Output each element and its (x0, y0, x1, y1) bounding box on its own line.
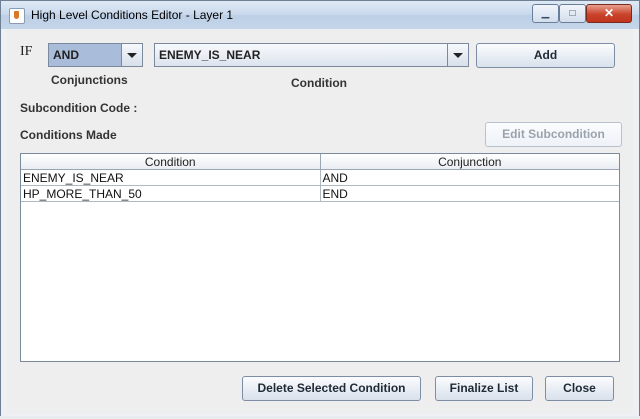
chevron-down-icon[interactable] (447, 44, 468, 66)
maximize-icon: □ (569, 8, 576, 19)
subcondition-code-label: Subcondition Code : (20, 101, 138, 115)
edit-subcondition-button[interactable]: Edit Subcondition (485, 122, 622, 147)
column-header-conjunction[interactable]: Conjunction (320, 154, 619, 170)
condition-cell[interactable]: ENEMY_IS_NEAR (21, 169, 321, 186)
editor-content: IF AND Conjunctions ENEMY_IS_NEAR Condit… (7, 29, 633, 413)
add-button[interactable]: Add (476, 43, 615, 68)
java-cup-icon (9, 8, 25, 24)
close-button[interactable]: Close (545, 376, 614, 401)
conjunction-cell[interactable]: END (320, 185, 619, 202)
close-icon: ✕ (603, 6, 615, 20)
conditions-table[interactable]: Condition Conjunction ENEMY_IS_NEAR AND … (20, 153, 620, 362)
chevron-down-icon[interactable] (121, 44, 142, 66)
condition-selected: ENEMY_IS_NEAR (159, 48, 261, 62)
minimize-button[interactable]: ▁ (532, 4, 559, 23)
maximize-button[interactable]: □ (559, 4, 586, 23)
title-bar[interactable]: High Level Conditions Editor - Layer 1 ▁… (1, 1, 639, 29)
table-header-row: Condition Conjunction (21, 154, 619, 170)
minimize-icon: ▁ (541, 8, 550, 19)
condition-label: Condition (291, 76, 347, 90)
condition-cell[interactable]: HP_MORE_THAN_50 (21, 185, 321, 202)
if-label: IF (20, 44, 33, 59)
conjunction-cell[interactable]: AND (320, 169, 619, 186)
conjunction-selected: AND (49, 44, 123, 66)
table-row[interactable]: ENEMY_IS_NEAR AND (21, 169, 619, 186)
close-window-button[interactable]: ✕ (586, 4, 632, 23)
conjunctions-label: Conjunctions (51, 73, 128, 87)
condition-dropdown[interactable]: ENEMY_IS_NEAR (154, 43, 469, 67)
window-title: High Level Conditions Editor - Layer 1 (31, 8, 234, 22)
table-row[interactable]: HP_MORE_THAN_50 END (21, 185, 619, 202)
conjunction-dropdown[interactable]: AND (48, 43, 143, 67)
editor-window: High Level Conditions Editor - Layer 1 ▁… (0, 0, 640, 419)
delete-selected-condition-button[interactable]: Delete Selected Condition (242, 376, 421, 401)
conditions-made-label: Conditions Made (20, 128, 117, 142)
column-header-condition[interactable]: Condition (21, 154, 321, 170)
finalize-list-button[interactable]: Finalize List (435, 376, 533, 401)
